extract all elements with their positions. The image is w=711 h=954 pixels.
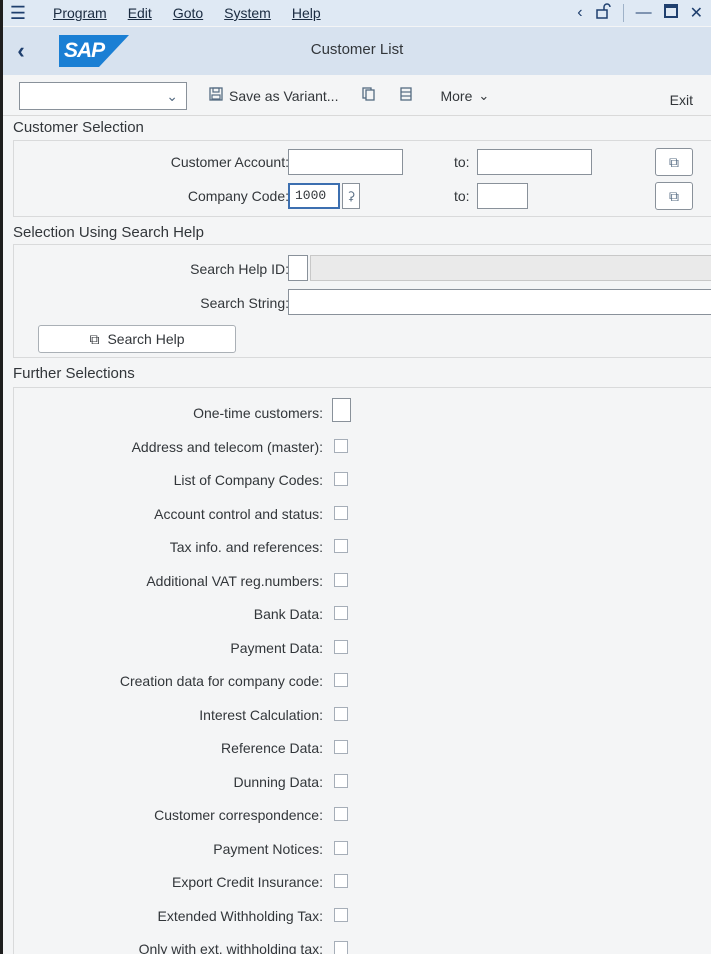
further-selection-checkbox[interactable]	[334, 505, 348, 520]
further-selection-label: Account control and status:	[154, 505, 323, 522]
further-selection-label: Reference Data:	[221, 740, 323, 756]
further-selection-label: Tax info. and references:	[169, 539, 323, 555]
copy-icon	[362, 87, 376, 104]
save-icon	[209, 87, 223, 104]
menu-bar: ☰ Program Edit Goto System Help ‹ ― ✕	[3, 0, 711, 26]
value-help-button[interactable]: ⚳	[342, 183, 360, 209]
menu-icon[interactable]: ☰	[3, 3, 33, 24]
variant-dropdown[interactable]: ⌄	[19, 81, 187, 110]
section-title-search-help: Selection Using Search Help	[13, 224, 204, 241]
one-time-customers-input[interactable]	[332, 398, 351, 422]
chevron-down-icon: ⌄	[166, 87, 178, 104]
further-selection-label: Payment Notices:	[213, 840, 323, 857]
further-selection-checkbox[interactable]	[334, 807, 348, 821]
further-selection-label: One-time customers:	[193, 405, 323, 421]
further-selection-label: Extended Withholding Tax:	[157, 907, 323, 924]
further-selection-checkbox[interactable]	[334, 706, 348, 721]
customer-account-from-input[interactable]	[288, 149, 403, 175]
further-selection-checkbox[interactable]	[334, 773, 348, 788]
back-icon[interactable]: ‹	[3, 38, 39, 64]
further-selection-label: Payment Data:	[230, 639, 323, 656]
company-code-from-input[interactable]: 1000	[288, 183, 340, 209]
multiple-selection-icon: ⧉	[669, 154, 679, 170]
title-bar: ‹ SAP Customer List	[3, 27, 711, 75]
details-icon	[400, 87, 413, 104]
maximize-icon[interactable]	[663, 3, 678, 23]
chevron-down-icon: ⌄	[478, 87, 490, 103]
exit-button[interactable]: Exit	[670, 92, 693, 108]
section-title-customer-selection: Customer Selection	[13, 119, 144, 136]
search-string-label: Search String:	[200, 295, 289, 311]
further-selection-checkbox[interactable]	[334, 673, 348, 687]
further-selection-checkbox[interactable]	[334, 874, 348, 888]
search-help-button[interactable]: ⧉ Search Help	[38, 325, 236, 353]
multiple-selection-button[interactable]: ⧉	[655, 148, 693, 176]
minimize-icon[interactable]: ―	[636, 4, 652, 22]
close-icon[interactable]: ✕	[690, 3, 703, 23]
further-selection-checkbox[interactable]	[334, 639, 348, 654]
further-selections-panel: One-time customers: Address and telecom (…	[13, 387, 711, 954]
further-selection-label: Creation data for company code:	[119, 673, 323, 689]
sap-logo: SAP	[59, 35, 129, 67]
to-label: to:	[454, 188, 470, 204]
further-selection-label: Bank Data:	[253, 606, 323, 622]
multiple-selection-icon: ⧉	[669, 188, 679, 204]
further-selection-checkbox[interactable]	[334, 907, 348, 922]
customer-selection-panel: Customer Account: to: ⧉ Company Code: 10…	[13, 140, 711, 217]
unlock-icon[interactable]	[595, 2, 611, 24]
customer-account-to-input[interactable]	[477, 149, 592, 175]
further-selection-label: Address and telecom (master):	[131, 438, 323, 455]
customer-account-label: Customer Account:	[170, 154, 289, 170]
menu-help[interactable]: Help	[292, 5, 321, 21]
further-selection-checkbox[interactable]	[334, 840, 348, 855]
further-selection-checkbox[interactable]	[334, 740, 348, 754]
search-help-panel: Search Help ID: Search String: ⧉ Search …	[13, 244, 711, 358]
further-selection-label: Interest Calculation:	[199, 706, 323, 723]
further-selection-label: Only with ext. withholding tax:	[138, 941, 323, 954]
further-selection-checkbox[interactable]	[334, 572, 348, 587]
company-code-to-input[interactable]	[477, 183, 528, 209]
further-selection-checkbox[interactable]	[334, 539, 348, 553]
further-selection-checkbox[interactable]	[334, 941, 348, 954]
section-title-further-selections: Further Selections	[13, 365, 135, 382]
menu-program[interactable]: Program	[53, 5, 107, 21]
menu-edit[interactable]: Edit	[128, 5, 152, 21]
multiple-selection-button[interactable]: ⧉	[655, 182, 693, 210]
further-selection-label: List of Company Codes:	[173, 472, 323, 488]
further-selection-label: Export Credit Insurance:	[172, 874, 323, 890]
menu-goto[interactable]: Goto	[173, 5, 203, 21]
search-help-id-input[interactable]	[288, 255, 308, 281]
multiple-selection-icon: ⧉	[89, 330, 100, 347]
more-button[interactable]: More ⌄	[440, 88, 489, 104]
search-help-description-field	[310, 255, 711, 281]
further-selection-checkbox[interactable]	[334, 606, 348, 620]
search-help-id-label: Search Help ID:	[190, 261, 289, 277]
separator	[622, 4, 624, 22]
save-as-variant-button[interactable]: Save as Variant...	[209, 87, 338, 104]
copy-button[interactable]	[362, 87, 376, 104]
further-selection-checkbox[interactable]	[334, 472, 348, 486]
details-button[interactable]	[400, 87, 413, 104]
further-selection-checkbox[interactable]	[334, 438, 348, 453]
further-selection-label: Additional VAT reg.numbers:	[146, 572, 323, 589]
toolbar: ⌄ Save as Variant... More ⌄ Exit	[3, 76, 711, 116]
further-selection-label: Customer correspondence:	[154, 807, 323, 823]
search-string-input[interactable]	[288, 289, 711, 315]
menu-system[interactable]: System	[224, 5, 271, 21]
window-controls: ‹ ― ✕	[577, 0, 711, 26]
sap-window: ☰ Program Edit Goto System Help ‹ ― ✕ ‹ …	[0, 0, 711, 954]
value-help-icon: ⚳	[346, 189, 356, 203]
further-selection-label: Dunning Data:	[233, 773, 323, 790]
company-code-label: Company Code:	[187, 188, 289, 204]
to-label: to:	[454, 154, 470, 170]
chevron-left-icon[interactable]: ‹	[577, 4, 582, 22]
